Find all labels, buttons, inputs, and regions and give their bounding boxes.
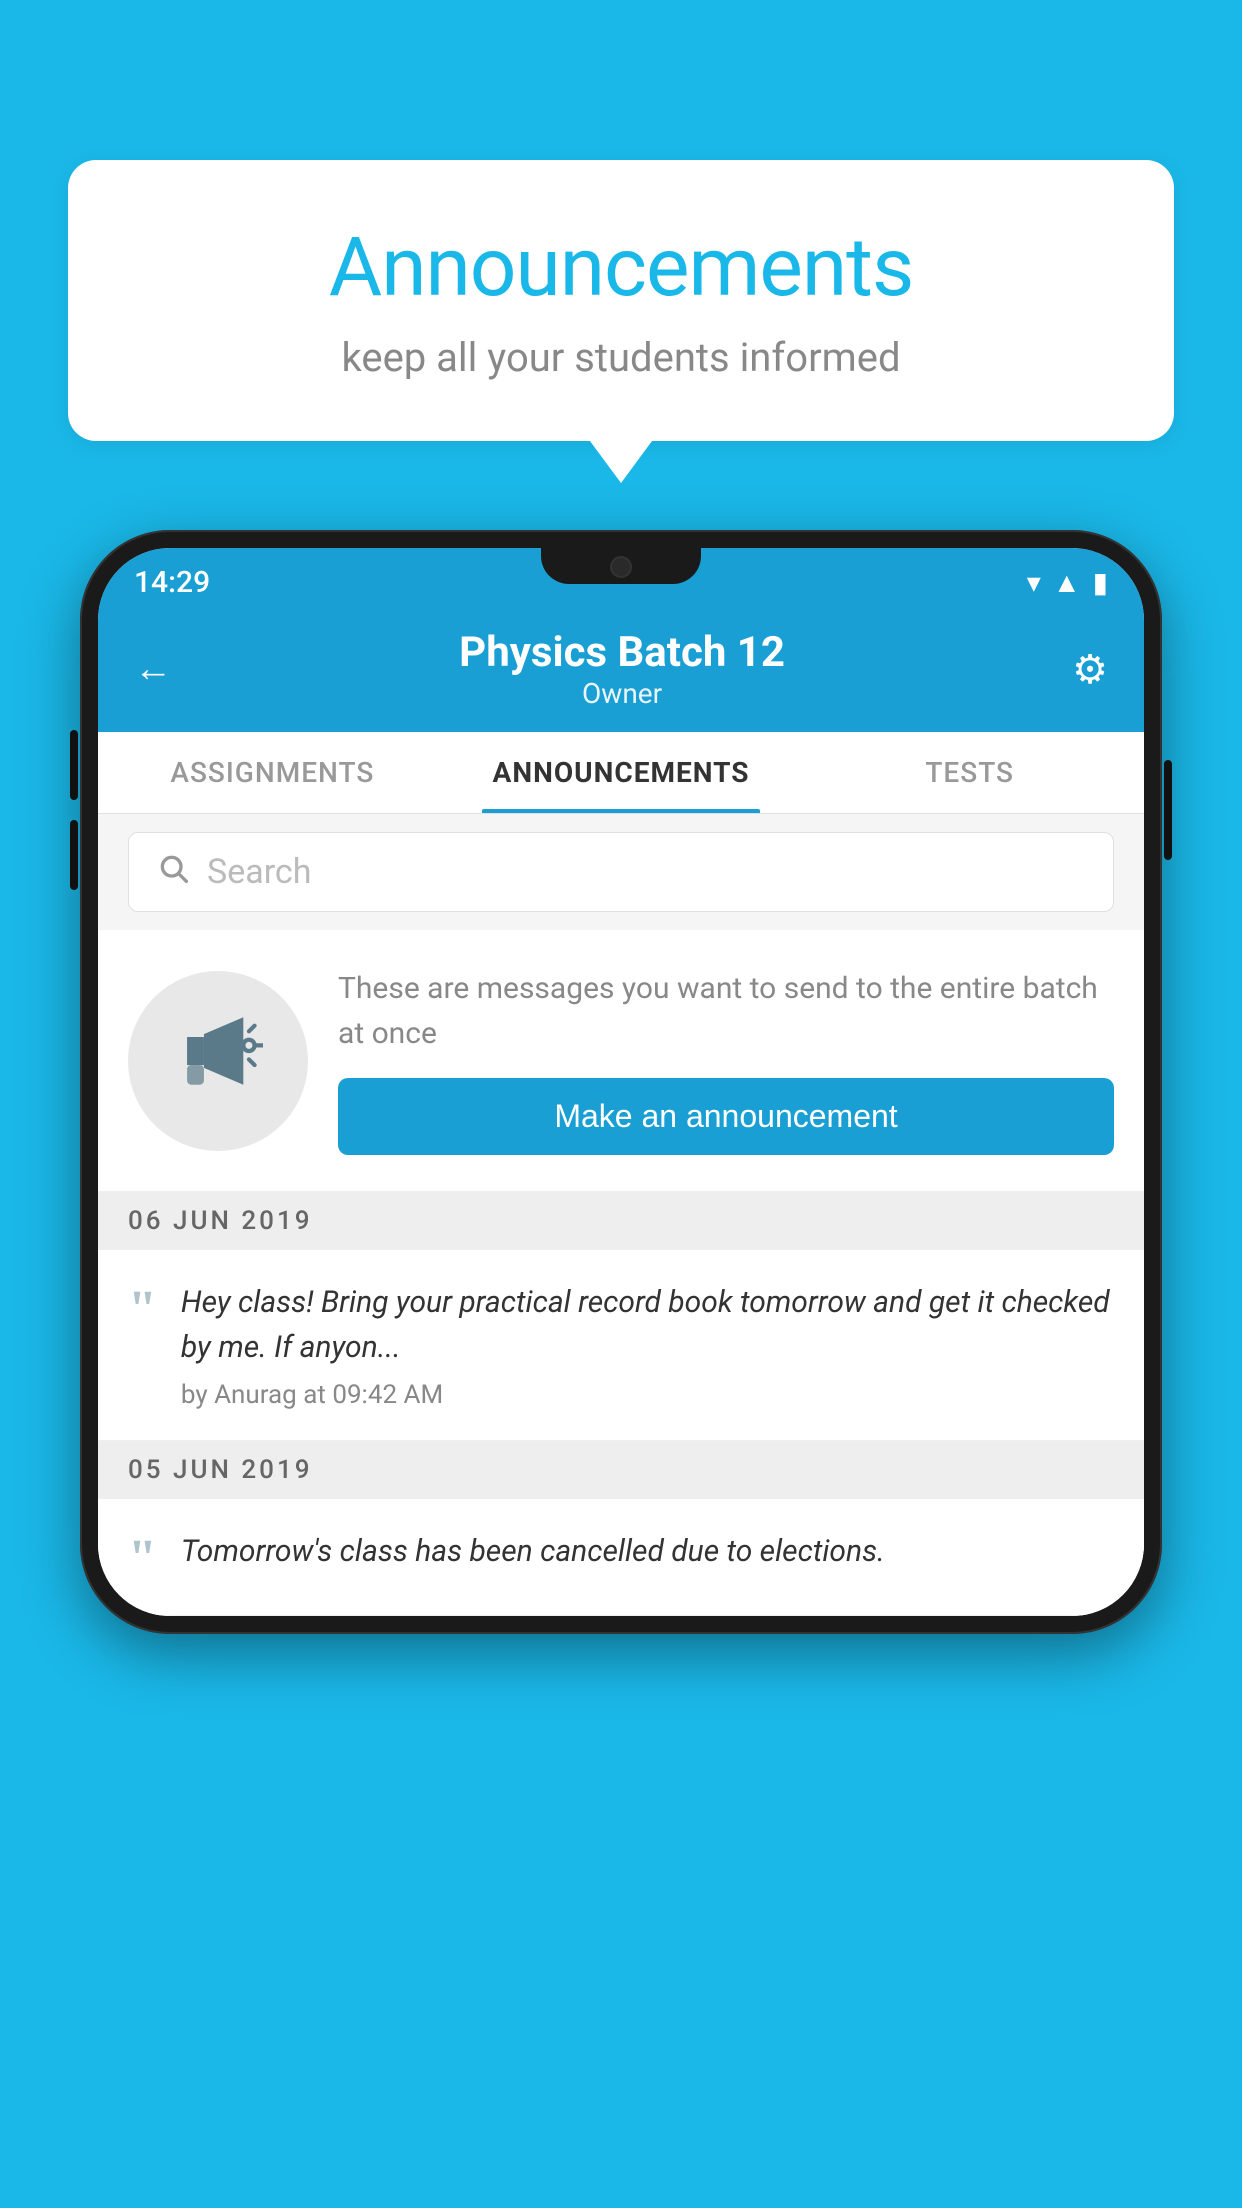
battery-icon: ▮ bbox=[1093, 566, 1108, 599]
announcement-item-1[interactable]: " Hey class! Bring your practical record… bbox=[98, 1250, 1144, 1441]
speech-bubble-title: Announcements bbox=[148, 220, 1094, 316]
signal-icon: ▲ bbox=[1053, 566, 1081, 599]
phone-camera bbox=[610, 556, 632, 578]
speech-bubble-subtitle: keep all your students informed bbox=[148, 334, 1094, 381]
search-bar[interactable]: Search bbox=[128, 832, 1114, 912]
status-time: 14:29 bbox=[134, 565, 210, 600]
speech-bubble-container: Announcements keep all your students inf… bbox=[68, 160, 1174, 441]
quote-icon-1: " bbox=[128, 1284, 157, 1336]
announcement-text-2: Tomorrow's class has been cancelled due … bbox=[181, 1529, 1114, 1584]
header-center: Physics Batch 12 Owner bbox=[172, 628, 1072, 710]
back-button[interactable]: ← bbox=[134, 647, 172, 691]
wifi-icon: ▾ bbox=[1027, 566, 1041, 599]
tab-announcements[interactable]: ANNOUNCEMENTS bbox=[447, 732, 796, 813]
phone-screen: 14:29 ▾ ▲ ▮ ← Physics Batch 12 Owner ⚙ bbox=[98, 548, 1144, 1616]
phone-notch bbox=[541, 548, 701, 584]
search-icon bbox=[157, 851, 189, 893]
tabs-bar: ASSIGNMENTS ANNOUNCEMENTS TESTS bbox=[98, 732, 1144, 814]
promo-content: These are messages you want to send to t… bbox=[338, 966, 1114, 1155]
phone-content: Search bbox=[98, 814, 1144, 1616]
promo-description: These are messages you want to send to t… bbox=[338, 966, 1114, 1056]
announcement-item-2[interactable]: " Tomorrow's class has been cancelled du… bbox=[98, 1499, 1144, 1616]
status-icons: ▾ ▲ ▮ bbox=[1027, 566, 1108, 599]
volume-up-button bbox=[70, 730, 78, 800]
power-button bbox=[1164, 760, 1172, 860]
announcement-message-2: Tomorrow's class has been cancelled due … bbox=[181, 1529, 1114, 1574]
announcement-promo: These are messages you want to send to t… bbox=[98, 930, 1144, 1192]
announcement-text-1: Hey class! Bring your practical record b… bbox=[181, 1280, 1114, 1410]
volume-down-button bbox=[70, 820, 78, 890]
search-container: Search bbox=[98, 814, 1144, 930]
tab-assignments[interactable]: ASSIGNMENTS bbox=[98, 732, 447, 813]
batch-title: Physics Batch 12 bbox=[172, 628, 1072, 677]
app-header: ← Physics Batch 12 Owner ⚙ bbox=[98, 608, 1144, 732]
date-separator-1: 06 JUN 2019 bbox=[98, 1192, 1144, 1250]
tab-tests[interactable]: TESTS bbox=[795, 732, 1144, 813]
date-separator-2: 05 JUN 2019 bbox=[98, 1441, 1144, 1499]
announcement-meta-1: by Anurag at 09:42 AM bbox=[181, 1380, 1114, 1410]
phone-outer: 14:29 ▾ ▲ ▮ ← Physics Batch 12 Owner ⚙ bbox=[80, 530, 1162, 1634]
quote-icon-2: " bbox=[128, 1533, 157, 1585]
announcement-message-1: Hey class! Bring your practical record b… bbox=[181, 1280, 1114, 1370]
settings-button[interactable]: ⚙ bbox=[1072, 646, 1108, 693]
phone-mockup: 14:29 ▾ ▲ ▮ ← Physics Batch 12 Owner ⚙ bbox=[80, 530, 1162, 1634]
speech-bubble: Announcements keep all your students inf… bbox=[68, 160, 1174, 441]
batch-role: Owner bbox=[172, 677, 1072, 710]
search-placeholder: Search bbox=[207, 852, 311, 892]
megaphone-icon bbox=[173, 1006, 263, 1116]
promo-icon-circle bbox=[128, 971, 308, 1151]
make-announcement-button[interactable]: Make an announcement bbox=[338, 1078, 1114, 1155]
